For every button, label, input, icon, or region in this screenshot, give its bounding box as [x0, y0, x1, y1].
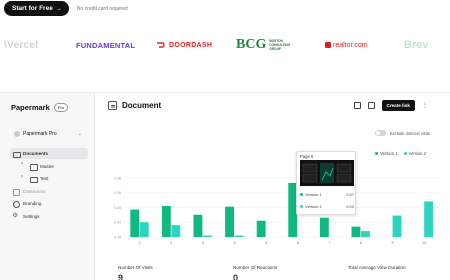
stat-label: Total Average View Duration — [348, 265, 406, 270]
sidebar-item-branding[interactable]: Branding — [10, 198, 88, 209]
brev-logo: Brev — [404, 39, 429, 51]
sidebar-item-settings[interactable]: Settings — [10, 211, 88, 222]
thumbnail-image — [300, 160, 354, 186]
start-free-label: Start for Free — [12, 5, 53, 12]
folder-icon — [30, 163, 38, 171]
document-icon — [108, 101, 117, 110]
bar-version-2-8 — [361, 231, 370, 237]
stats-row: Number Of Visits 9 Number Of Reactions 0… — [118, 265, 448, 280]
vercel-logo: \Vercel — [4, 39, 39, 51]
y-tick-label: 0.00 — [114, 236, 121, 240]
folder-icon — [30, 176, 38, 183]
document-header: Document — [108, 101, 161, 110]
legend-item-version-2: Version 2 — [403, 151, 426, 156]
bar-version-2-10 — [424, 201, 434, 237]
x-tick-label: 3 — [202, 241, 204, 245]
bar-version-2-9 — [392, 215, 402, 237]
arrow-right-icon: → — [55, 5, 62, 12]
exclude-internal-row: Exclude internal visits — [374, 130, 430, 136]
more-options-icon[interactable]: ⋮ — [422, 102, 428, 109]
chart-legend: Version 1 Version 2 — [375, 151, 426, 156]
fundamental-logo: FUNDAMENTAL — [76, 40, 136, 50]
bar-version-2-4 — [234, 235, 244, 237]
doordash-mark-icon — [157, 42, 165, 48]
x-tick-label: 4 — [234, 241, 236, 245]
x-tick-label: 6 — [297, 241, 299, 245]
bar-chart: 0.00 0.02 0.04 0.06 0.08 1 2 3 4 5 6 7 8 9 10 — [100, 159, 446, 249]
stat-label: Number Of Reactions — [233, 265, 278, 270]
start-free-button[interactable]: Start for Free → — [4, 1, 69, 16]
stat-value: 9 — [118, 273, 124, 280]
y-tick-label: 0.06 — [114, 191, 121, 195]
palette-icon — [13, 200, 20, 208]
bar-version-1-8 — [351, 226, 361, 237]
bar-version-1-3 — [193, 214, 203, 237]
folder-icon — [13, 151, 21, 158]
stat-reactions: Number Of Reactions 0 — [233, 265, 333, 280]
bar-version-2-1 — [139, 222, 149, 237]
stat-value: 0 — [233, 273, 239, 280]
sidebar-item-test[interactable]: Test — [10, 173, 88, 184]
gear-icon — [13, 212, 19, 219]
sidebar-nav: Documents Master Test Datarooms Branding — [10, 148, 88, 223]
x-tick-label: 10 — [422, 241, 426, 245]
bcg-logo: BCG BOSTON CONSULTING GROUP — [236, 37, 291, 52]
stat-duration: Total Average View Duration — [348, 265, 448, 280]
main-panel: Document Create link ⋮ Exclude internal … — [96, 93, 450, 280]
x-tick-label: 1 — [139, 241, 141, 245]
sidebar-item-datarooms[interactable]: Datarooms — [10, 186, 88, 197]
bar-version-1-1 — [130, 209, 140, 237]
x-tick-label: 8 — [360, 241, 362, 245]
team-name: Papermark Pro — [23, 130, 57, 137]
legend-item-version-1: Version 1 — [375, 151, 398, 156]
brand: Papermark Pro — [11, 103, 69, 112]
tooltip-row-version-2: Version 2 0.00 — [300, 204, 354, 209]
bar-version-1-4 — [225, 206, 234, 237]
chart-tooltip: Page 6 Version 1 0.07 Version 2 0.00 — [296, 151, 356, 215]
cta-row: Start for Free → No credit card required — [4, 1, 128, 16]
y-tick-label: 0.08 — [114, 176, 121, 180]
tooltip-row-version-1: Version 1 0.07 — [300, 192, 354, 197]
bar-version-1-7 — [319, 217, 329, 237]
sidebar-item-documents[interactable]: Documents — [10, 148, 88, 159]
exclude-internal-toggle[interactable] — [374, 130, 386, 136]
pro-badge: Pro — [53, 103, 69, 112]
dataroom-icon — [13, 188, 20, 196]
no-credit-card-note: No credit card required — [76, 5, 128, 12]
chevron-updown-icon: ⌄ — [77, 130, 82, 137]
team-avatar — [14, 130, 20, 137]
page-thumbnail — [300, 160, 354, 186]
header-actions: Create link ⋮ — [353, 100, 428, 111]
realtor-mark-icon — [325, 42, 331, 48]
sidebar: Papermark Pro Papermark Pro ⌄ Documents … — [0, 93, 95, 280]
y-tick-label: 0.04 — [114, 206, 121, 210]
file-icon[interactable] — [367, 102, 375, 109]
page-title: Document — [122, 101, 162, 110]
x-tick-label: 9 — [392, 241, 394, 245]
exclude-internal-label: Exclude internal visits — [389, 130, 430, 136]
team-selector[interactable]: Papermark Pro ⌄ — [11, 127, 85, 140]
y-tick-label: 0.02 — [114, 221, 121, 225]
bar-version-2-2 — [171, 225, 181, 237]
doordash-logo: DOORDASH — [157, 36, 212, 54]
stat-visits: Number Of Visits 9 — [118, 265, 218, 280]
brand-name: Papermark — [11, 103, 50, 112]
upload-icon[interactable] — [353, 102, 361, 109]
sidebar-item-master[interactable]: Master — [10, 161, 88, 172]
bar-version-1-5 — [256, 220, 266, 237]
chevron-right-icon — [20, 174, 26, 182]
bar-version-2-3 — [203, 235, 212, 237]
app-screenshot: Papermark Pro Papermark Pro ⌄ Documents … — [0, 92, 450, 280]
realtor-logo: realtor.com — [325, 36, 368, 54]
bar-chart-svg: 0.00 0.02 0.04 0.06 0.08 1 2 3 4 5 6 7 8 9 10 — [114, 176, 440, 245]
x-tick-label: 2 — [170, 241, 172, 245]
stat-label: Number Of Visits — [118, 265, 153, 270]
x-tick-label: 5 — [265, 241, 267, 245]
create-link-button[interactable]: Create link — [381, 100, 415, 111]
x-tick-label: 7 — [328, 241, 330, 245]
chevron-right-icon — [20, 161, 26, 169]
bar-version-1-2 — [161, 205, 171, 237]
customer-logos: \Vercel FUNDAMENTAL DOORDASH BCG BOSTON … — [0, 36, 450, 56]
